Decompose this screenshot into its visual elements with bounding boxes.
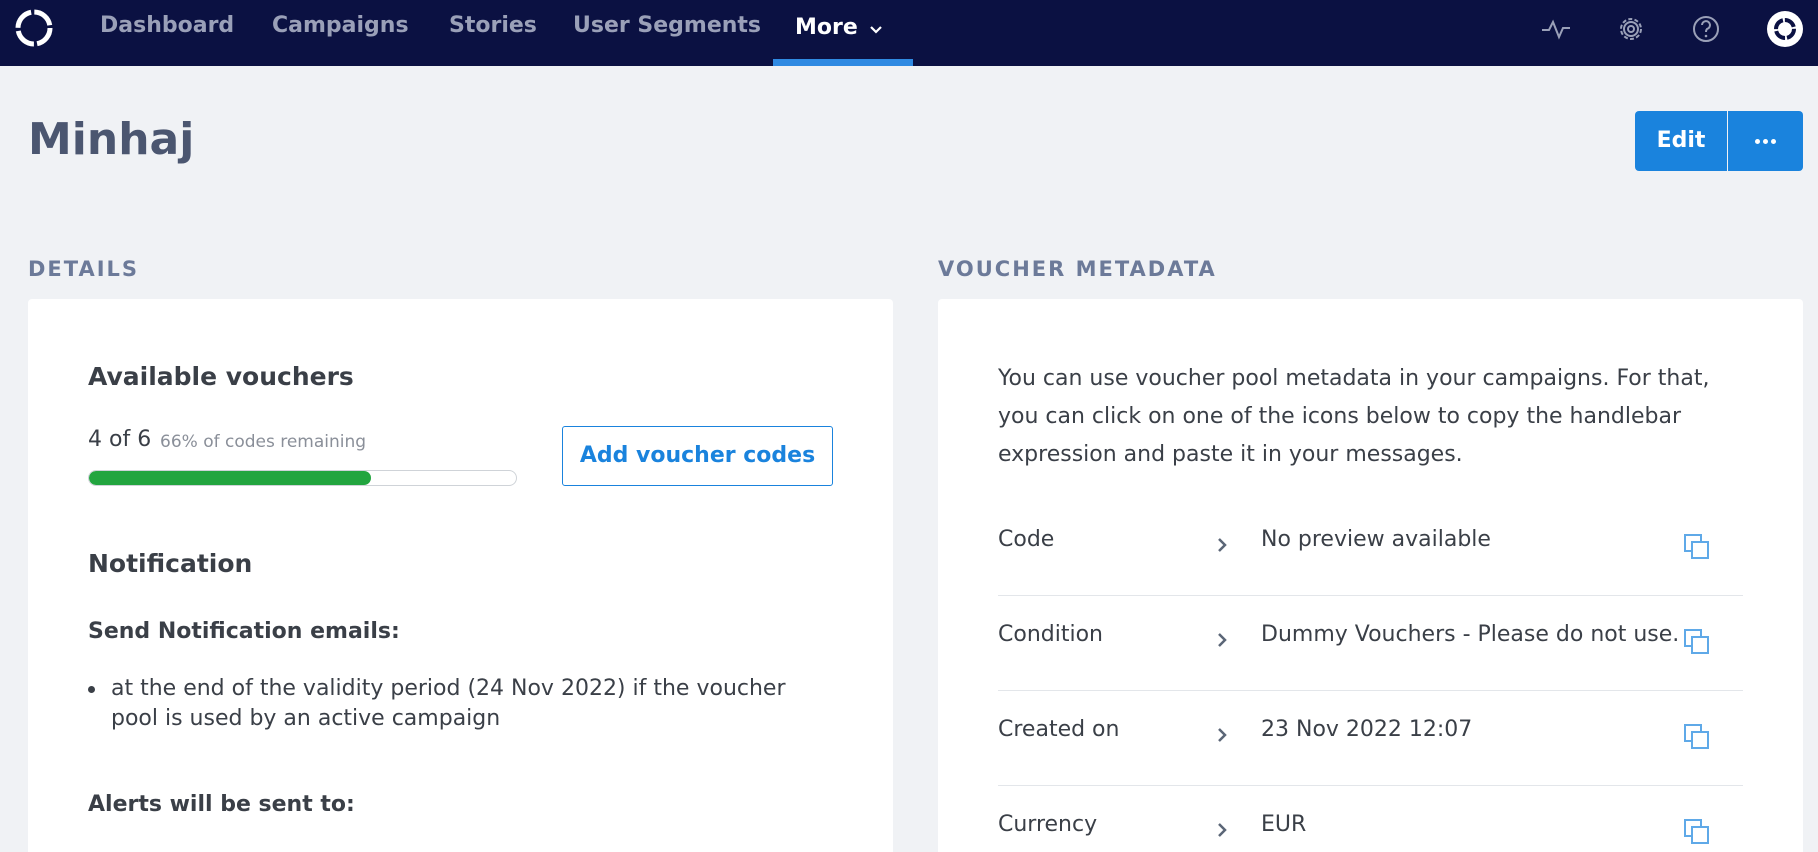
- metadata-key-created-on: Created on: [998, 717, 1120, 742]
- chevron-right-icon[interactable]: [1215, 631, 1229, 649]
- notification-bullet: at the end of the validity period (24 No…: [111, 676, 786, 731]
- logo-icon[interactable]: [13, 7, 55, 49]
- metadata-key-currency: Currency: [998, 812, 1098, 837]
- copy-icon[interactable]: [1682, 627, 1712, 657]
- voucher-count: 4 of 6: [88, 427, 152, 452]
- help-icon[interactable]: [1688, 11, 1724, 47]
- metadata-section-title: VOUCHER METADATA: [938, 257, 1217, 281]
- send-notification-label: Send Notification emails:: [88, 619, 400, 644]
- available-vouchers-title: Available vouchers: [88, 362, 354, 391]
- details-section-title: DETAILS: [28, 257, 140, 281]
- profile-icon[interactable]: [1765, 9, 1805, 49]
- copy-icon[interactable]: [1682, 722, 1712, 752]
- more-actions-button[interactable]: [1728, 111, 1803, 171]
- voucher-progress-bar: [88, 470, 517, 486]
- copy-icon[interactable]: [1682, 532, 1712, 562]
- metadata-description: You can use voucher pool metadata in you…: [998, 366, 1710, 467]
- nav-user-segments[interactable]: User Segments: [573, 0, 761, 52]
- chevron-right-icon[interactable]: [1215, 821, 1229, 839]
- nav-campaigns[interactable]: Campaigns: [272, 0, 409, 52]
- alerts-label: Alerts will be sent to:: [88, 792, 355, 817]
- activity-icon[interactable]: [1538, 11, 1574, 47]
- notification-title: Notification: [88, 549, 253, 578]
- metadata-value-created-on: 23 Nov 2022 12:07: [1261, 717, 1473, 742]
- nav-more[interactable]: More: [795, 2, 858, 54]
- voucher-progress-fill: [89, 471, 371, 485]
- chevron-right-icon[interactable]: [1215, 536, 1229, 554]
- row-divider: [998, 785, 1743, 786]
- nav-stories[interactable]: Stories: [449, 0, 537, 52]
- gear-icon[interactable]: [1613, 11, 1649, 47]
- metadata-key-code: Code: [998, 527, 1055, 552]
- remaining-percentage: 66% of codes remaining: [160, 432, 367, 452]
- copy-icon[interactable]: [1682, 817, 1712, 847]
- metadata-key-condition: Condition: [998, 622, 1103, 647]
- chevron-right-icon[interactable]: [1215, 726, 1229, 744]
- bullet-icon: [88, 686, 95, 693]
- chevron-down-icon[interactable]: [867, 20, 885, 38]
- row-divider: [998, 595, 1743, 596]
- page-title: Minhaj: [28, 114, 195, 165]
- active-tab-indicator: [773, 59, 913, 66]
- ellipsis-icon: [1755, 139, 1760, 144]
- metadata-value-currency: EUR: [1261, 812, 1307, 837]
- edit-button[interactable]: Edit: [1635, 111, 1727, 171]
- row-divider: [998, 690, 1743, 691]
- add-voucher-codes-button[interactable]: Add voucher codes: [562, 426, 833, 486]
- nav-dashboard[interactable]: Dashboard: [100, 0, 234, 52]
- metadata-value-condition: Dummy Vouchers - Please do not use.: [1261, 622, 1680, 647]
- top-nav: Dashboard Campaigns Stories User Segment…: [0, 0, 1818, 66]
- metadata-value-code: No preview available: [1261, 527, 1491, 552]
